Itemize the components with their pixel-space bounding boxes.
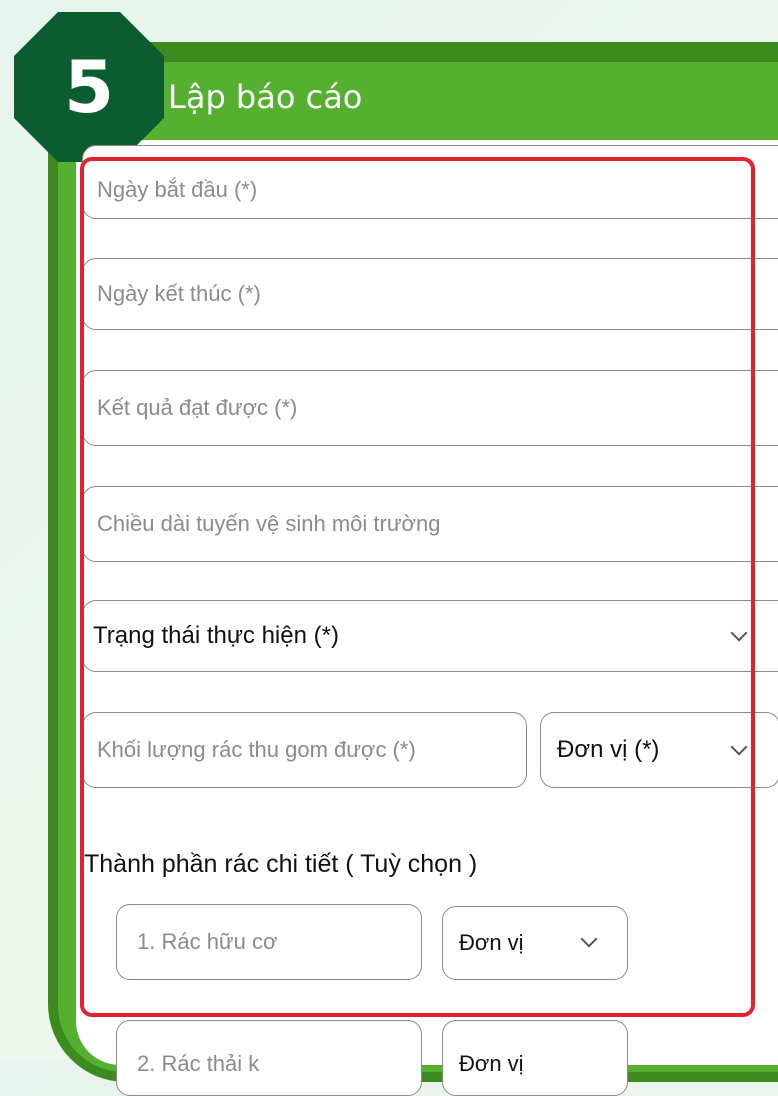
detail-unit-label: Đơn vị [459, 1051, 524, 1076]
waste-weight-field[interactable]: Khối lượng rác thu gom được (*) [82, 712, 527, 788]
start-date-placeholder: Ngày bắt đầu (*) [97, 177, 258, 202]
detail-unit-select[interactable]: Đơn vị [442, 1020, 628, 1096]
unit-select-label: Đơn vị (*) [557, 736, 660, 763]
end-date-field[interactable]: Ngày kết thúc (*) [82, 258, 778, 330]
page-title: Lập báo cáo [168, 78, 363, 116]
route-length-placeholder: Chiều dài tuyến vệ sinh môi trường [97, 511, 441, 536]
detail-unit-label: Đơn vị [459, 930, 524, 955]
detail-item-field[interactable]: 1. Rác hữu cơ [116, 904, 422, 980]
step-number: 5 [63, 45, 115, 129]
chevron-down-icon [730, 738, 748, 756]
detail-section-title: Thành phần rác chi tiết ( Tuỳ chọn ) [84, 850, 478, 878]
end-date-placeholder: Ngày kết thúc (*) [97, 281, 261, 306]
chevron-down-icon [730, 624, 748, 642]
status-select[interactable]: Trạng thái thực hiện (*) [82, 600, 778, 672]
result-field[interactable]: Kết quả đạt được (*) [82, 370, 778, 446]
result-placeholder: Kết quả đạt được (*) [97, 395, 298, 420]
status-select-label: Trạng thái thực hiện (*) [93, 622, 339, 649]
chevron-down-icon [580, 930, 598, 948]
detail-item-placeholder: 1. Rác hữu cơ [137, 929, 278, 954]
detail-item-placeholder: 2. Rác thải k [137, 1051, 260, 1076]
detail-item-field[interactable]: 2. Rác thải k [116, 1020, 422, 1096]
waste-weight-placeholder: Khối lượng rác thu gom được (*) [97, 737, 416, 762]
detail-unit-select[interactable]: Đơn vị [442, 906, 628, 980]
route-length-field[interactable]: Chiều dài tuyến vệ sinh môi trường [82, 486, 778, 562]
unit-select[interactable]: Đơn vị (*) [540, 712, 778, 788]
step-badge: 5 [14, 12, 164, 162]
start-date-field[interactable]: Ngày bắt đầu (*) [82, 145, 778, 219]
